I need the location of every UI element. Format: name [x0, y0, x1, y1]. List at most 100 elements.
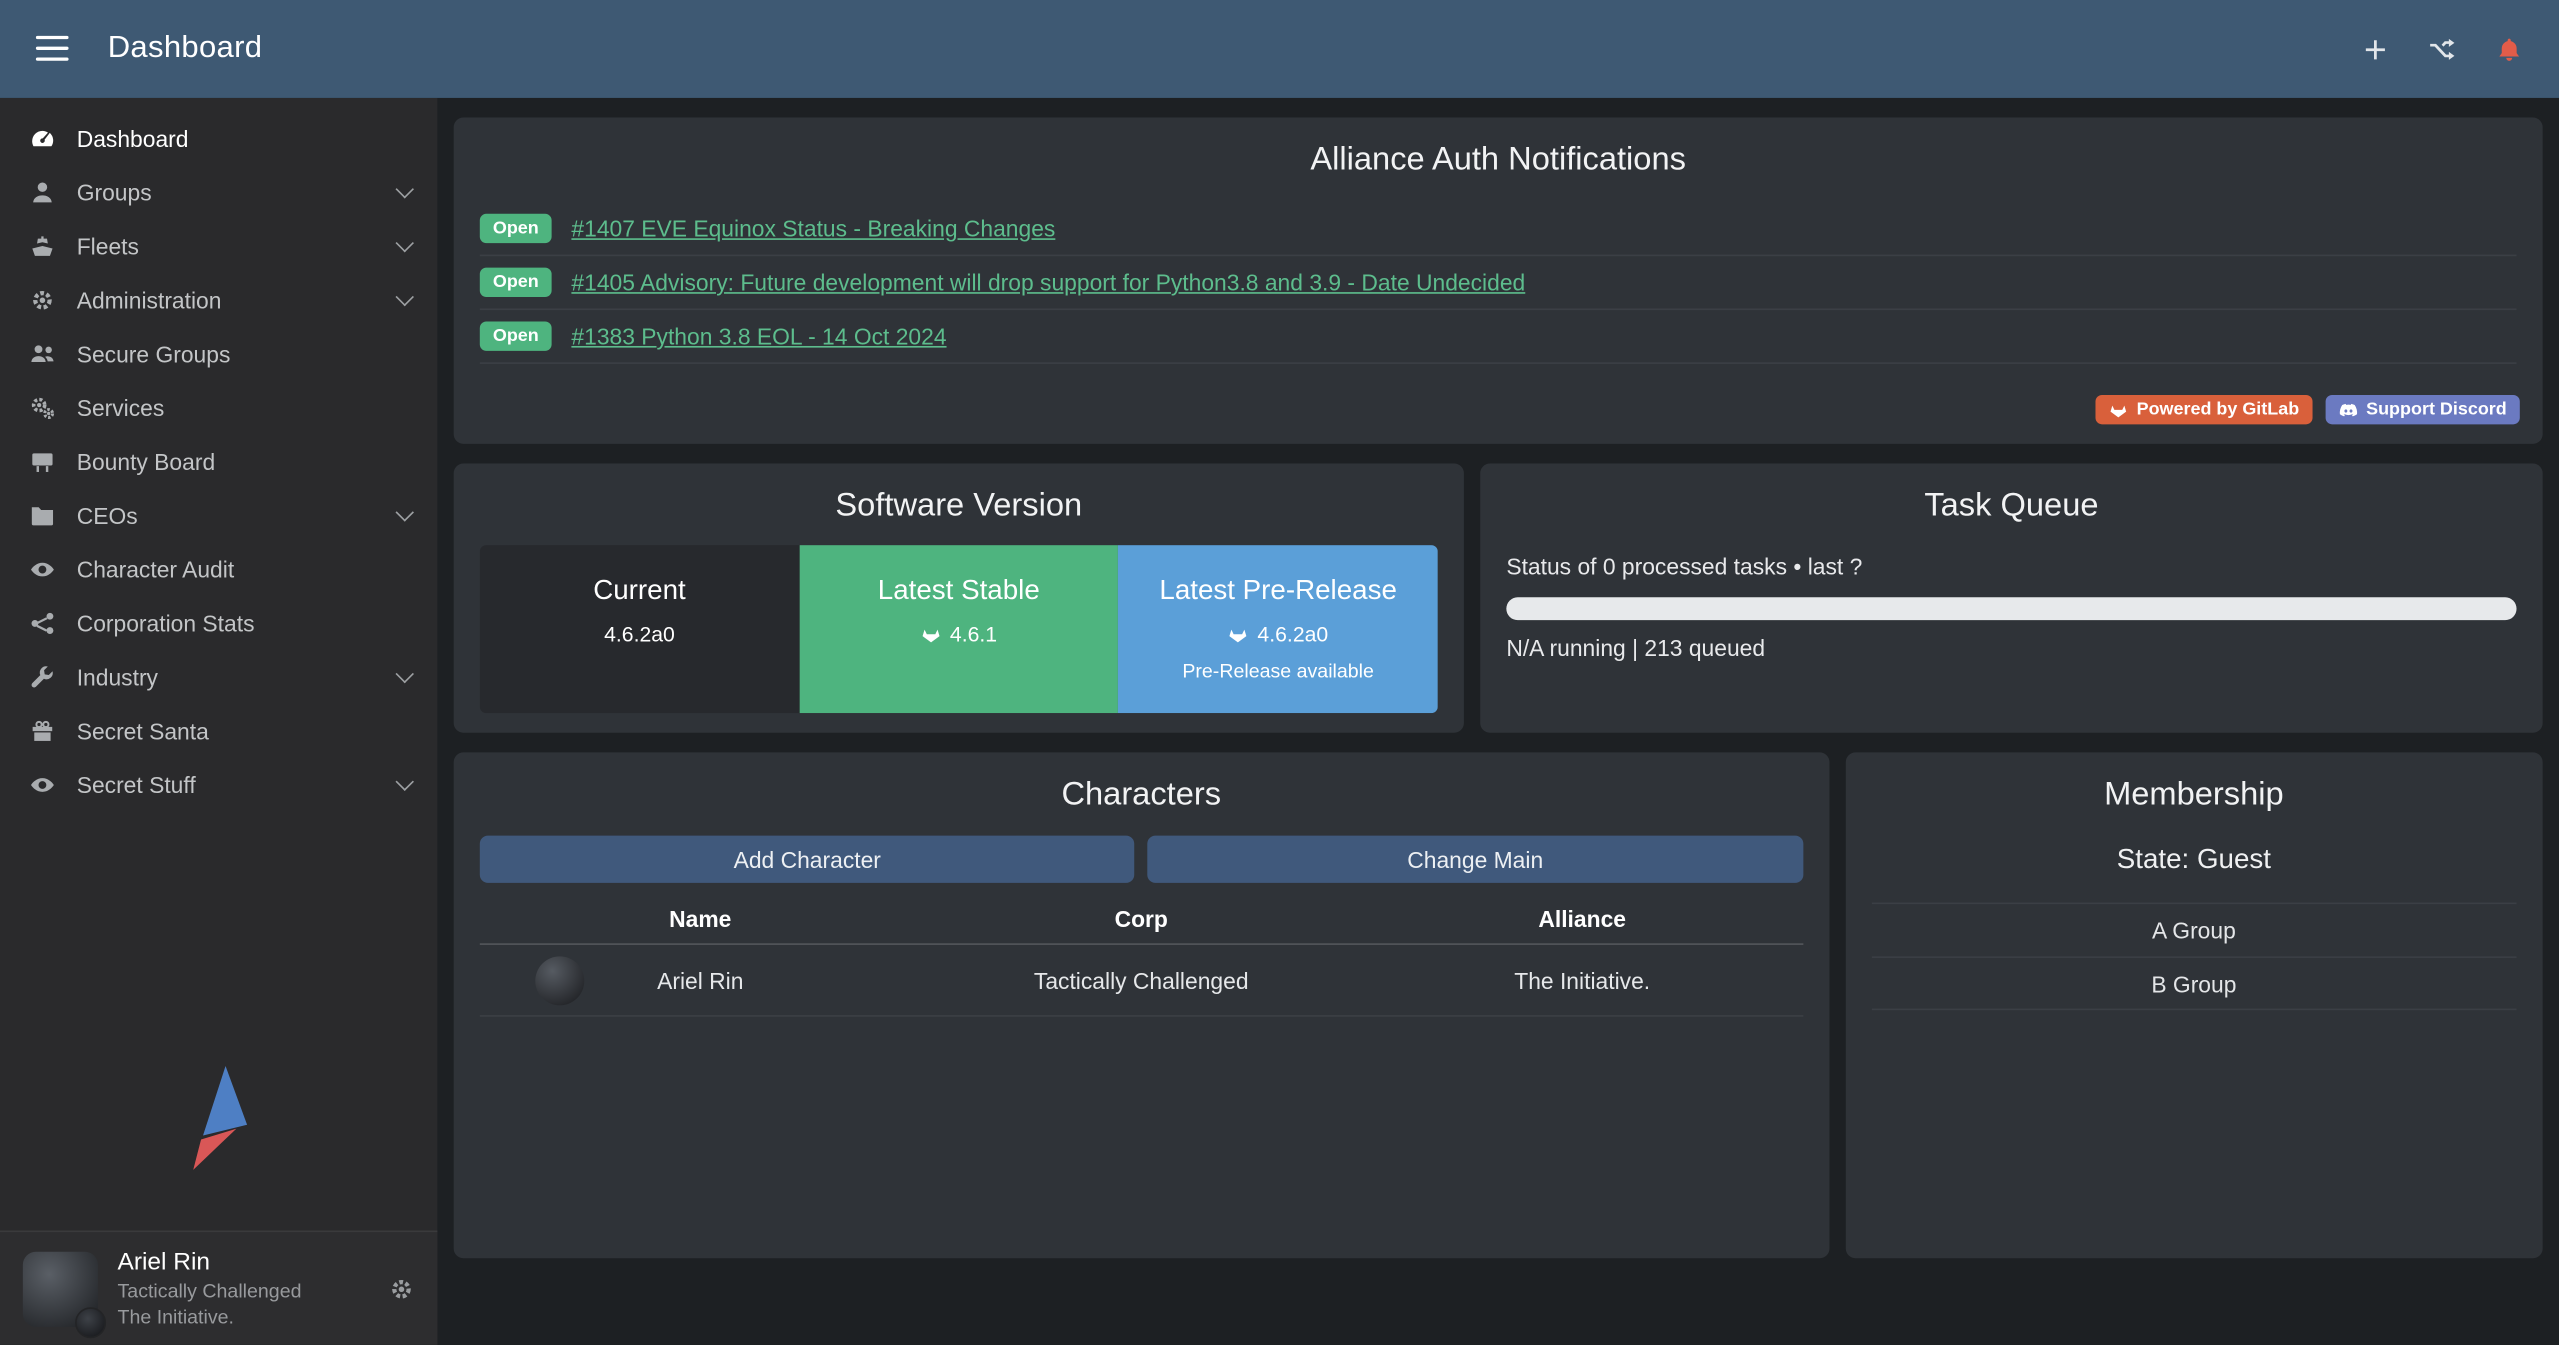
tachometer-icon [29, 125, 57, 151]
characters-table-body: Ariel Rin Tactically ChallengedThe Initia… [480, 945, 1803, 1017]
column-header-name: Name [480, 906, 921, 932]
notification-link[interactable]: #1407 EVE Equinox Status - Breaking Chan… [571, 215, 1055, 241]
sidebar-nav: DashboardGroupsFleetsAdministrationSecur… [0, 98, 437, 811]
billboard-icon [29, 448, 57, 474]
eye-icon [29, 556, 57, 582]
notifications-title: Alliance Auth Notifications [480, 118, 2517, 180]
user-settings-gear-icon[interactable] [388, 1275, 414, 1301]
status-badge: Open [480, 214, 552, 243]
character-portrait [535, 956, 584, 1005]
gitlab-icon [2109, 400, 2129, 420]
notification-row: Open #1383 Python 3.8 EOL - 14 Oct 2024 [480, 310, 2517, 364]
sidebar-item-secret-santa[interactable]: Secret Santa [0, 703, 437, 757]
gitlab-badge[interactable]: Powered by GitLab [2096, 395, 2312, 424]
user-alliance: The Initiative. [118, 1305, 302, 1330]
notification-link[interactable]: #1383 Python 3.8 EOL - 14 Oct 2024 [571, 323, 946, 349]
sidebar: DashboardGroupsFleetsAdministrationSecur… [0, 98, 437, 1345]
version-value: 4.6.2a0 [480, 622, 799, 646]
bottom-row: Characters Add Character Change Main Nam… [454, 752, 2543, 1258]
status-badge: Open [480, 268, 552, 297]
main-content: Alliance Auth Notifications Open #1407 EV… [437, 98, 2559, 1345]
characters-title: Characters [480, 752, 1803, 814]
screen: Dashboard DashboardGroupsFleetsAdministr… [0, 0, 2559, 1345]
add-character-button[interactable]: Add Character [480, 836, 1135, 883]
sidebar-item-corporation-stats[interactable]: Corporation Stats [0, 596, 437, 650]
sidebar-item-services[interactable]: Services [0, 380, 437, 434]
character-row: Ariel Rin Tactically ChallengedThe Initia… [480, 945, 1803, 1017]
character-actions: Add Character Change Main [480, 836, 1803, 883]
discord-icon [2338, 400, 2358, 420]
notification-list: Open #1407 EVE Equinox Status - Breaking … [480, 202, 2517, 364]
membership-title: Membership [1871, 752, 2516, 814]
sidebar-item-fleets[interactable]: Fleets [0, 219, 437, 273]
shuffle-icon[interactable] [2428, 35, 2456, 63]
gear-icon [29, 286, 57, 312]
sidebar-item-bounty-board[interactable]: Bounty Board [0, 434, 437, 488]
task-queue-title: Task Queue [1506, 463, 2516, 525]
chevron-down-icon [396, 287, 414, 305]
characters-panel: Characters Add Character Change Main Nam… [454, 752, 1829, 1258]
add-icon[interactable] [2362, 35, 2390, 63]
column-header-alliance: Alliance [1362, 906, 1803, 932]
middle-row: Software Version Current4.6.2a0Latest St… [454, 463, 2543, 732]
footer-badges: Powered by GitLab Support Discord [2096, 395, 2520, 424]
task-status-text: Status of 0 processed tasks • last ? [1506, 553, 2516, 579]
column-header-corp: Corp [921, 906, 1362, 932]
share-icon [29, 610, 57, 636]
notification-bell-icon[interactable] [2495, 35, 2523, 63]
group-row: B Group [1871, 956, 2516, 1010]
user-avatar [23, 1251, 98, 1326]
top-navbar: Dashboard [0, 0, 2559, 98]
version-note: Pre-Release available [1118, 659, 1437, 682]
chevron-down-icon [396, 233, 414, 251]
character-alliance: The Initiative. [1362, 967, 1803, 993]
sidebar-item-administration[interactable]: Administration [0, 273, 437, 327]
gitlab-icon [1228, 623, 1249, 644]
sidebar-item-groups[interactable]: Groups [0, 165, 437, 219]
sidebar-item-ceos[interactable]: CEOs [0, 488, 437, 542]
corp-logo-badge [75, 1306, 106, 1337]
wrench-icon [29, 663, 57, 689]
character-corp: Tactically Challenged [921, 967, 1362, 993]
task-queue-panel: Task Queue Status of 0 processed tasks •… [1480, 463, 2542, 732]
version-box-prerelease[interactable]: Latest Pre-Release 4.6.2a0 Pre-Release ava… [1118, 545, 1437, 713]
sidebar-item-dashboard[interactable]: Dashboard [0, 111, 437, 165]
version-name: Latest Stable [799, 574, 1118, 607]
sidebar-item-industry[interactable]: Industry [0, 650, 437, 704]
sidebar-item-secure-groups[interactable]: Secure Groups [0, 326, 437, 380]
user-corp: Tactically Challenged [118, 1280, 302, 1305]
version-box-stable[interactable]: Latest Stable 4.6.1 [799, 545, 1118, 713]
sidebar-item-secret-stuff[interactable]: Secret Stuff [0, 757, 437, 811]
eye-icon [29, 771, 57, 797]
users-icon [29, 340, 57, 366]
version-name: Latest Pre-Release [1118, 574, 1437, 607]
gitlab-badge-label: Powered by GitLab [2137, 400, 2300, 420]
change-main-button[interactable]: Change Main [1148, 836, 1803, 883]
menu-toggle-button[interactable] [36, 36, 69, 62]
version-name: Current [480, 574, 799, 607]
queue-counts-text: N/A running | 213 queued [1506, 635, 2516, 661]
software-version-panel: Software Version Current4.6.2a0Latest St… [454, 463, 1464, 732]
version-box-current: Current 4.6.2a0 [480, 545, 799, 713]
notification-row: Open #1407 EVE Equinox Status - Breaking … [480, 202, 2517, 256]
version-value: 4.6.1 [799, 622, 1118, 646]
chevron-down-icon [396, 502, 414, 520]
notification-row: Open #1405 Advisory: Future development w… [480, 256, 2517, 310]
character-name: Ariel Rin [657, 967, 743, 993]
characters-table-header: NameCorpAlliance [480, 906, 1803, 945]
discord-badge[interactable]: Support Discord [2325, 395, 2519, 424]
group-list: A GroupB Group [1871, 902, 2516, 1010]
status-badge: Open [480, 322, 552, 351]
page-title: Dashboard [108, 31, 263, 67]
app: Dashboard DashboardGroupsFleetsAdministr… [0, 0, 2559, 1345]
version-value: 4.6.2a0 [1118, 622, 1437, 646]
notifications-panel: Alliance Auth Notifications Open #1407 EV… [454, 118, 2543, 444]
chevron-down-icon [396, 772, 414, 790]
alliance-auth-logo [0, 1058, 437, 1231]
sidebar-item-character-audit[interactable]: Character Audit [0, 542, 437, 596]
user-panel: Ariel Rin Tactically Challenged The Init… [0, 1231, 437, 1345]
membership-panel: Membership State: Guest A GroupB Group [1845, 752, 2543, 1258]
gitlab-icon [921, 623, 942, 644]
notification-link[interactable]: #1405 Advisory: Future development will … [571, 269, 1525, 295]
user-icon [29, 179, 57, 205]
